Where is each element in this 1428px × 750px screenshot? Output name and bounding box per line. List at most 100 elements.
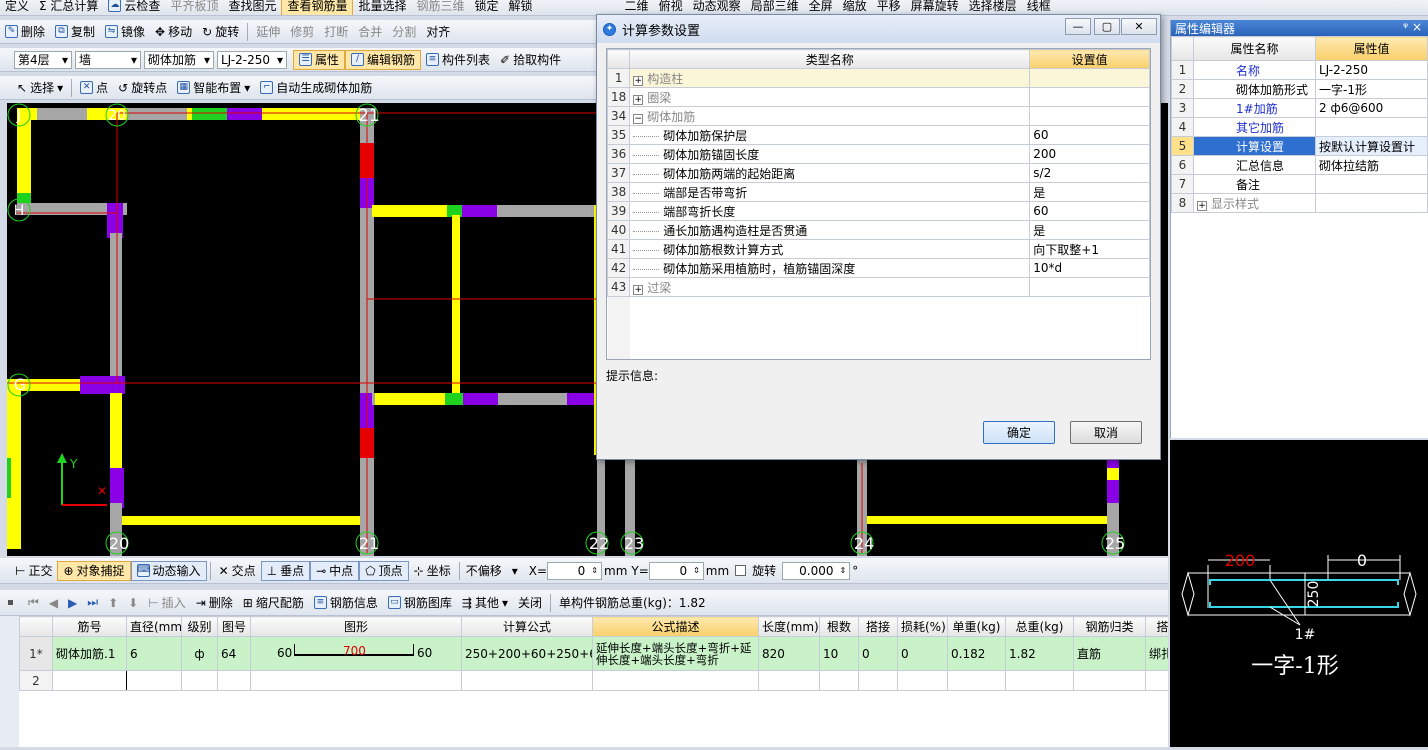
property-row[interactable]: 3 1#加筋 2 ф6@600 <box>1171 98 1428 118</box>
move-button[interactable]: ✥ 移动 <box>150 22 197 42</box>
next-record-button[interactable]: ▶ <box>63 593 82 613</box>
rotate-button[interactable]: ↻ 旋转 <box>197 22 244 42</box>
cell-length[interactable]: 820 <box>758 636 820 671</box>
first-record-button[interactable]: ⏮ <box>23 593 44 613</box>
delete-row-button[interactable]: ⇥ 删除 <box>191 593 238 613</box>
spinner-icon[interactable]: ⇕ <box>591 566 598 575</box>
merge-button[interactable]: 合并 <box>353 22 387 42</box>
cell-bar-name[interactable] <box>52 670 127 691</box>
cell-total-weight[interactable]: 1.82 <box>1005 636 1074 671</box>
cell-grade[interactable]: ф <box>181 636 218 671</box>
collapse-icon[interactable]: − <box>633 113 644 124</box>
settings-row[interactable]: 1 + 构造柱 <box>606 68 1150 88</box>
spinner-icon[interactable]: ⇕ <box>839 566 846 575</box>
cell-category[interactable]: 直筋 <box>1073 636 1146 671</box>
cell-lap-type[interactable]: 绑扎 <box>1145 636 1168 671</box>
rotate-checkbox[interactable] <box>735 565 747 576</box>
coordinate-button[interactable]: ⊹ 坐标 <box>409 561 456 581</box>
settings-row[interactable]: 38 端部是否带弯折 是 <box>606 182 1150 202</box>
edit-rebar-button[interactable]: ∕ 编辑钢筋 <box>345 49 422 70</box>
rebar-row-2[interactable]: 2 <box>19 670 1168 691</box>
align-button[interactable]: 对齐 <box>421 22 455 42</box>
row-value[interactable] <box>1029 68 1150 88</box>
other-button[interactable]: ⇶ 其他 ▾ <box>457 593 513 613</box>
dynamic-input-button[interactable]: ⌨ 动态输入 <box>130 560 207 581</box>
expand-icon[interactable]: + <box>633 284 644 295</box>
define-button[interactable]: 定义 <box>0 0 34 15</box>
property-row[interactable]: 7 备注 <box>1171 174 1428 194</box>
minimize-button[interactable]: — <box>1065 18 1091 35</box>
cell-formula-desc[interactable]: 延伸长度+端头长度+弯折+延伸长度+端头长度+弯折 <box>592 636 759 671</box>
cancel-button[interactable]: 取消 <box>1070 421 1142 444</box>
summary-calc-button[interactable]: Σ 汇总计算 <box>34 0 103 15</box>
property-value[interactable]: 按默认计算设置计 <box>1315 136 1428 156</box>
lock-button[interactable]: 锁定 <box>470 0 504 15</box>
row-value[interactable]: 60 <box>1029 201 1150 221</box>
rebar-row-1[interactable]: 1* 砌体加筋.1 6 ф 64 60 700 60 250+200+60+25… <box>19 636 1168 671</box>
cell-empty[interactable] <box>947 670 1006 691</box>
pin-close-icon[interactable]: ᵠ × <box>1403 20 1428 36</box>
select-button[interactable]: ↖ 选择 ▾ <box>12 78 68 98</box>
rebar-info-button[interactable]: ≡ 钢筋信息 <box>309 593 383 613</box>
delete-button[interactable]: ✎ 删除 <box>0 22 50 42</box>
row-value[interactable]: 60 <box>1029 125 1150 145</box>
rotate-input[interactable]: 0.000 ⇕ <box>782 561 851 580</box>
extend-button[interactable]: 延伸 <box>251 22 285 42</box>
close-panel-button[interactable]: 关闭 <box>513 593 547 613</box>
cell-empty[interactable] <box>897 670 948 691</box>
cell-unit-weight[interactable]: 0.182 <box>947 636 1006 671</box>
code-select[interactable]: LJ-2-250 ▾ <box>217 50 287 69</box>
property-value[interactable]: 2 ф6@600 <box>1315 98 1428 118</box>
row-value[interactable] <box>1029 277 1150 297</box>
property-row[interactable]: 6 汇总信息 砌体拉结筋 <box>1171 155 1428 175</box>
split-button[interactable]: 分割 <box>387 22 421 42</box>
settings-row[interactable]: 42 砌体加筋采用植筋时，植筋锚固深度 10*d <box>606 258 1150 278</box>
rebar-3d-button[interactable]: 钢筋三维 <box>412 0 470 15</box>
type-select[interactable]: 墙 ▾ <box>75 50 141 69</box>
settings-row[interactable]: 40 通长加筋遇构造柱是否贯通 是 <box>606 220 1150 240</box>
row-value[interactable]: 是 <box>1029 220 1150 240</box>
point-button[interactable]: ✕ 点 <box>75 78 113 98</box>
insert-button[interactable]: ⊢ 插入 <box>143 593 190 613</box>
property-row[interactable]: 5 计算设置 按默认计算设置计 <box>1171 136 1428 156</box>
cell-bar-name[interactable]: 砌体加筋.1 <box>52 636 127 671</box>
cell-empty[interactable] <box>217 670 251 691</box>
element-list-button[interactable]: ≡ 构件列表 <box>421 50 495 70</box>
expand-icon[interactable]: + <box>633 94 644 105</box>
last-record-button[interactable]: ⏭ <box>82 593 103 613</box>
copy-button[interactable]: ⧉ 复制 <box>50 22 100 42</box>
perpendicular-button[interactable]: ⊥ 垂点 <box>260 560 311 581</box>
mirror-button[interactable]: ⇋ 镜像 <box>100 22 150 42</box>
smart-layout-button[interactable]: ▦ 智能布置 ▾ <box>172 78 255 98</box>
cell-empty[interactable] <box>461 670 593 691</box>
break-button[interactable]: 打断 <box>319 22 353 42</box>
cell-fig-no[interactable]: 64 <box>217 636 251 671</box>
cell-empty[interactable] <box>758 670 820 691</box>
auto-generate-button[interactable]: ⌐ 自动生成砌体加筋 <box>255 78 377 98</box>
settings-row[interactable]: 18 + 圈梁 <box>606 87 1150 107</box>
cloud-check-button[interactable]: ☁ 云检查 <box>103 0 165 15</box>
settings-row[interactable]: 35 砌体加筋保护层 60 <box>606 125 1150 145</box>
move-up-button[interactable]: ⬆ <box>103 593 123 613</box>
settings-row[interactable]: 37 砌体加筋两端的起始距离 s/2 <box>606 163 1150 183</box>
settings-row[interactable]: 39 端部弯折长度 60 <box>606 201 1150 221</box>
x-input[interactable]: 0 ⇕ <box>547 561 602 580</box>
vertex-button[interactable]: ⬠ 顶点 <box>359 560 409 581</box>
cell-count[interactable]: 10 <box>819 636 859 671</box>
rebar-library-button[interactable]: ▭ 钢筋图库 <box>383 593 457 613</box>
row-value[interactable]: 10*d <box>1029 258 1150 278</box>
property-value[interactable]: LJ-2-250 <box>1315 60 1428 80</box>
cell-diameter[interactable]: 6 <box>126 636 182 671</box>
row-value[interactable]: 200 <box>1029 144 1150 164</box>
offset-select[interactable]: 不偏移 ▾ <box>463 562 521 580</box>
row-value[interactable] <box>1029 87 1150 107</box>
cell-loss[interactable]: 0 <box>897 636 948 671</box>
property-value[interactable] <box>1315 117 1428 137</box>
move-down-button[interactable]: ⬇ <box>123 593 143 613</box>
row-value[interactable]: 是 <box>1029 182 1150 202</box>
settings-row[interactable]: 43 + 过梁 <box>606 277 1150 297</box>
settings-row[interactable]: 41 砌体加筋根数计算方式 向下取整+1 <box>606 239 1150 259</box>
floor-select[interactable]: 第4层 ▾ <box>14 50 72 69</box>
cell-empty[interactable] <box>181 670 218 691</box>
properties-button[interactable]: ☰ 属性 <box>293 49 346 70</box>
